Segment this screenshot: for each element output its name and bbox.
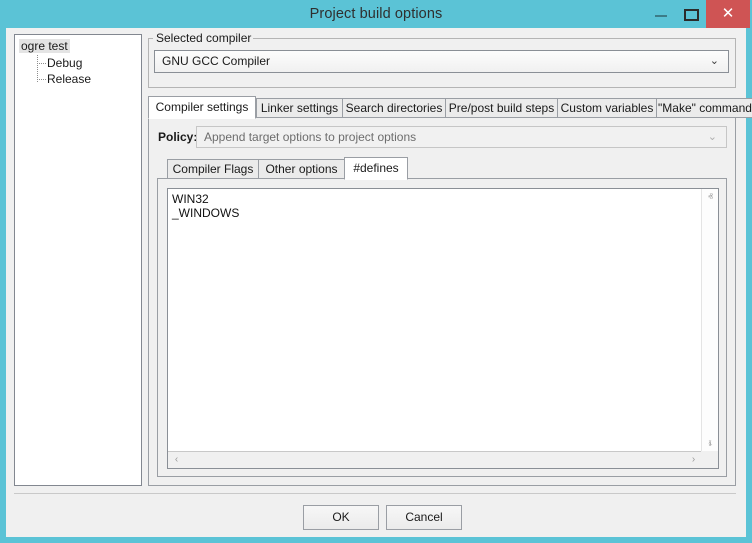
tab-other-options[interactable]: Other options	[258, 159, 345, 179]
maximize-icon	[684, 9, 699, 21]
tree-item-debug[interactable]: Debug	[47, 56, 82, 70]
tree-connector-horizontal	[37, 63, 46, 64]
tree-connector-horizontal	[37, 79, 46, 80]
maximize-button[interactable]	[676, 2, 706, 26]
policy-select[interactable]: Append target options to project options…	[196, 126, 727, 148]
tab-make-commands[interactable]: "Make" commands	[656, 98, 752, 118]
dialog-client-area: ogre test Debug Release Selected compile…	[6, 28, 752, 537]
scroll-left-icon[interactable]: ‹	[168, 452, 185, 468]
scroll-up-icon[interactable]: ⱏ	[702, 189, 718, 206]
compiler-select[interactable]: GNU GCC Compiler ⌄	[154, 50, 729, 73]
target-tree[interactable]: ogre test Debug Release	[14, 34, 142, 486]
tree-item-root[interactable]: ogre test	[19, 39, 70, 53]
title-bar[interactable]: Project build options ✕	[0, 0, 752, 28]
cancel-button[interactable]: Cancel	[386, 505, 462, 530]
settings-tabstrip[interactable]: Compiler settings Linker settings Search…	[148, 96, 752, 119]
tree-item-release[interactable]: Release	[47, 72, 91, 86]
defines-text-content: WIN32 _WINDOWS	[172, 192, 240, 220]
compiler-options-area: Compiler Flags Other options #defines WI…	[157, 157, 727, 477]
dialog-window: Project build options ✕ ogre test Debug …	[0, 0, 752, 543]
minimize-icon	[655, 15, 667, 17]
ok-button[interactable]: OK	[303, 505, 379, 530]
selected-compiler-label: Selected compiler	[154, 31, 254, 45]
settings-column: Selected compiler GNU GCC Compiler ⌄ Com…	[148, 31, 752, 486]
compiler-settings-panel: Policy: Append target options to project…	[148, 117, 736, 486]
scroll-right-icon[interactable]: ›	[685, 452, 702, 468]
policy-select-value: Append target options to project options	[204, 130, 417, 144]
tab-compiler-settings[interactable]: Compiler settings	[148, 96, 256, 119]
tab-linker-settings[interactable]: Linker settings	[256, 98, 343, 118]
group-border-right	[251, 38, 736, 39]
group-border-left	[148, 38, 153, 39]
horizontal-scrollbar[interactable]: ‹ ›	[168, 451, 718, 468]
compiler-select-value: GNU GCC Compiler	[162, 54, 271, 68]
minimize-button[interactable]	[646, 2, 676, 26]
defines-panel: WIN32 _WINDOWS ⱏ ⱛ ‹ ›	[157, 178, 727, 477]
window-title: Project build options	[309, 6, 443, 22]
scrollbar-corner	[701, 451, 718, 468]
chevron-down-icon: ⌄	[709, 55, 719, 67]
tab-defines[interactable]: #defines	[344, 157, 408, 180]
tab-compiler-flags[interactable]: Compiler Flags	[167, 159, 259, 179]
defines-textarea[interactable]: WIN32 _WINDOWS ⱏ ⱛ ‹ ›	[167, 188, 719, 469]
button-bar-separator	[14, 493, 736, 494]
vertical-scrollbar[interactable]: ⱏ ⱛ	[701, 189, 718, 453]
policy-label: Policy:	[158, 130, 198, 144]
chevron-down-icon: ⌄	[707, 131, 717, 143]
close-icon: ✕	[721, 5, 735, 22]
tab-prepost-build-steps[interactable]: Pre/post build steps	[445, 98, 558, 118]
tab-custom-variables[interactable]: Custom variables	[557, 98, 657, 118]
tab-search-directories[interactable]: Search directories	[342, 98, 446, 118]
close-button[interactable]: ✕	[706, 0, 750, 28]
compiler-options-tabstrip[interactable]: Compiler Flags Other options #defines	[157, 157, 727, 180]
